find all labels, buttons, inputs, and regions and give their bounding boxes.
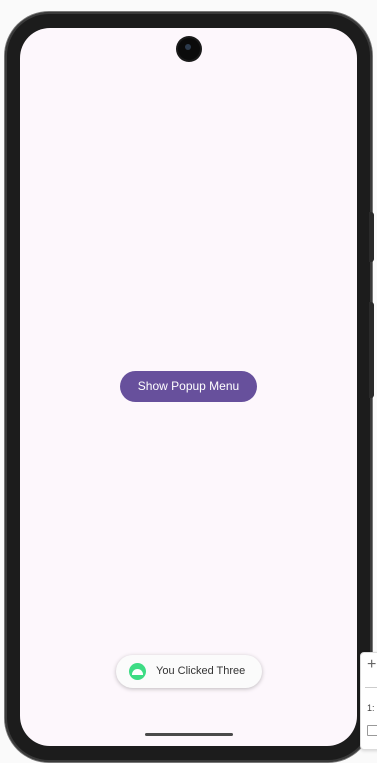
emulator-side-toolbar: + 1: <box>360 652 377 750</box>
toolbar-divider <box>365 687 377 688</box>
toast-text: You Clicked Three <box>156 665 246 677</box>
zoom-in-icon[interactable]: + <box>367 655 376 675</box>
screenshot-icon[interactable] <box>367 725 377 736</box>
volume-button[interactable] <box>369 212 374 262</box>
emulator-stage: Show Popup Menu You Clicked Three + 1: <box>0 0 377 763</box>
power-button[interactable] <box>369 302 374 398</box>
android-robot-icon <box>129 663 146 680</box>
home-indicator[interactable] <box>145 733 233 736</box>
show-popup-menu-button[interactable]: Show Popup Menu <box>120 371 257 402</box>
zoom-ratio-label[interactable]: 1: <box>367 703 375 713</box>
toast-message: You Clicked Three <box>116 655 262 688</box>
front-camera-icon <box>178 38 200 60</box>
